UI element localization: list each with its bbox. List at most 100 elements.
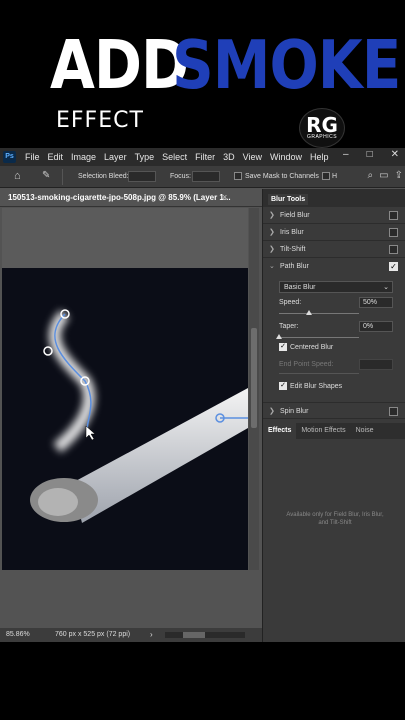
menu-item-image[interactable]: Image <box>71 152 96 162</box>
photoshop-icon[interactable]: Ps <box>3 151 16 163</box>
tilt-shift-row[interactable]: ❯ Tilt-Shift <box>263 241 405 258</box>
status-menu-arrow[interactable]: › <box>150 630 153 639</box>
taper-label: Taper: <box>279 323 299 330</box>
selection-bleed-field[interactable] <box>128 171 156 182</box>
options-bar: ⌂ ✎ Selection Bleed: Focus: Save Mask to… <box>0 166 405 188</box>
field-blur-checkbox[interactable] <box>389 211 398 220</box>
iris-blur-label: Iris Blur <box>280 229 304 236</box>
speed-value[interactable]: 50% <box>359 297 393 308</box>
home-icon[interactable]: ⌂ <box>14 170 21 182</box>
edit-blur-shapes-checkbox[interactable]: ✓ <box>279 382 287 390</box>
end-point-speed-slider <box>279 373 359 374</box>
minimize-icon[interactable]: – <box>343 149 349 160</box>
centered-blur-checkbox[interactable]: ✓ <box>279 343 287 351</box>
menu-items: File Edit Image Layer Type Select Filter 3D View… <box>25 152 329 162</box>
save-mask-checkbox[interactable] <box>234 172 242 180</box>
field-blur-label: Field Blur <box>280 212 310 219</box>
search-icon[interactable]: ⌕ <box>368 170 374 181</box>
tab-motion-effects[interactable]: Motion Effects <box>296 423 350 439</box>
speed-slider-knob[interactable] <box>306 310 312 315</box>
document-dimensions: 760 px x 525 px (72 ppi) <box>55 631 131 638</box>
pasteboard <box>2 208 248 268</box>
video-frame: ADD SMOKE EFFECT RG GRAPHICS Ps File Edit… <box>0 0 405 720</box>
zoom-level[interactable]: 85.86% <box>6 631 30 638</box>
centered-blur-option[interactable]: ✓ Centered Blur <box>279 343 333 351</box>
options-icons: ⌕ ▭ ⇪ <box>368 170 403 181</box>
menu-item-file[interactable]: File <box>25 152 40 162</box>
speed-label: Speed: <box>279 299 302 306</box>
menu-item-layer[interactable]: Layer <box>104 152 127 162</box>
photo-illustration <box>2 268 248 570</box>
maximize-icon[interactable]: □ <box>367 149 373 160</box>
chevron-right-icon[interactable]: ❯ <box>269 407 275 415</box>
tab-effects[interactable]: Effects <box>263 423 297 439</box>
path-blur-checkbox[interactable]: ✓ <box>389 262 398 271</box>
spin-blur-checkbox[interactable] <box>389 407 398 416</box>
effects-unavailable-note: Available only for Field Blur, Iris Blur… <box>286 512 384 526</box>
pasteboard-bottom <box>0 570 262 630</box>
canvas-area[interactable] <box>2 208 248 570</box>
menu-item-help[interactable]: Help <box>310 152 329 162</box>
cigarette-photo[interactable] <box>2 268 248 570</box>
high-quality-checkbox[interactable] <box>322 172 330 180</box>
chevron-down-icon: ⌄ <box>383 284 389 291</box>
divider <box>62 169 63 185</box>
menu-item-window[interactable]: Window <box>270 152 302 162</box>
headline-smoke: SMOKE <box>172 26 401 105</box>
taper-value[interactable]: 0% <box>359 321 393 332</box>
headline-effect: EFFECT <box>56 108 144 133</box>
status-bar: 85.86% 760 px x 525 px (72 ppi) › <box>0 628 262 642</box>
menu-item-select[interactable]: Select <box>162 152 187 162</box>
field-blur-row[interactable]: ❯ Field Blur <box>263 207 405 224</box>
tilt-shift-checkbox[interactable] <box>389 245 398 254</box>
edit-blur-shapes-label: Edit Blur Shapes <box>290 382 343 390</box>
blur-mode-select[interactable]: Basic Blur ⌄ <box>279 281 393 293</box>
iris-blur-checkbox[interactable] <box>389 228 398 237</box>
workspace-icon[interactable]: ▭ <box>379 170 388 181</box>
centered-blur-label: Centered Blur <box>290 343 334 351</box>
photoshop-window: Ps File Edit Image Layer Type Select Filter 3D V… <box>0 148 405 642</box>
end-point-speed-label: End Point Speed: <box>279 361 334 368</box>
chevron-right-icon[interactable]: ❯ <box>269 211 275 219</box>
tilt-shift-label: Tilt-Shift <box>280 246 306 253</box>
vertical-scrollbar[interactable] <box>249 208 259 570</box>
blur-tools-tab-bar: Blur Tools <box>263 189 405 207</box>
pin-tool-icon[interactable]: ✎ <box>42 170 50 181</box>
document-tab[interactable]: 150513-smoking-cigarette-jpo-508p.jpg @ … <box>0 189 262 207</box>
close-tab-icon[interactable]: × <box>222 192 227 202</box>
horizontal-scrollbar[interactable] <box>165 632 245 638</box>
taper-slider[interactable] <box>279 337 359 338</box>
menu-item-type[interactable]: Type <box>135 152 155 162</box>
menu-item-edit[interactable]: Edit <box>48 152 64 162</box>
spin-blur-row[interactable]: ❯ Spin Blur <box>263 402 405 419</box>
share-icon[interactable]: ⇪ <box>395 170 403 181</box>
selection-bleed-label: Selection Bleed: <box>78 173 129 180</box>
focus-field[interactable] <box>192 171 220 182</box>
path-blur-row[interactable]: ⌄ Path Blur ✓ <box>263 258 405 275</box>
tab-blur-tools[interactable]: Blur Tools <box>268 194 309 205</box>
iris-blur-row[interactable]: ❯ Iris Blur <box>263 224 405 241</box>
end-point-speed-value <box>359 359 393 370</box>
taper-slider-knob[interactable] <box>276 334 282 339</box>
path-blur-label: Path Blur <box>280 263 309 270</box>
high-quality-label: H <box>332 173 338 180</box>
menu-item-3d[interactable]: 3D <box>223 152 235 162</box>
headline-add: ADD <box>50 26 189 105</box>
menu-item-view[interactable]: View <box>243 152 262 162</box>
menu-item-filter[interactable]: Filter <box>195 152 215 162</box>
speed-slider[interactable] <box>279 313 359 314</box>
edit-blur-shapes-option[interactable]: ✓ Edit Blur Shapes <box>279 382 342 390</box>
scroll-thumb[interactable] <box>251 328 257 428</box>
rg-graphics-logo: RG GRAPHICS <box>299 108 345 148</box>
scroll-thumb[interactable] <box>183 632 205 638</box>
save-mask-label: Save Mask to Channels <box>245 173 319 180</box>
chevron-down-icon[interactable]: ⌄ <box>269 262 275 270</box>
close-icon[interactable]: ✕ <box>391 149 399 160</box>
effects-tab-bar: Effects Motion Effects Noise <box>263 423 405 439</box>
spin-blur-label: Spin Blur <box>280 408 309 415</box>
chevron-right-icon[interactable]: ❯ <box>269 245 275 253</box>
chevron-right-icon[interactable]: ❯ <box>269 228 275 236</box>
blur-mode-value: Basic Blur <box>284 284 316 291</box>
tab-noise[interactable]: Noise <box>351 423 379 439</box>
blur-gallery-panel: Blur Tools ❯ Field Blur ❯ Iris Blur ❯ Ti… <box>262 189 405 642</box>
